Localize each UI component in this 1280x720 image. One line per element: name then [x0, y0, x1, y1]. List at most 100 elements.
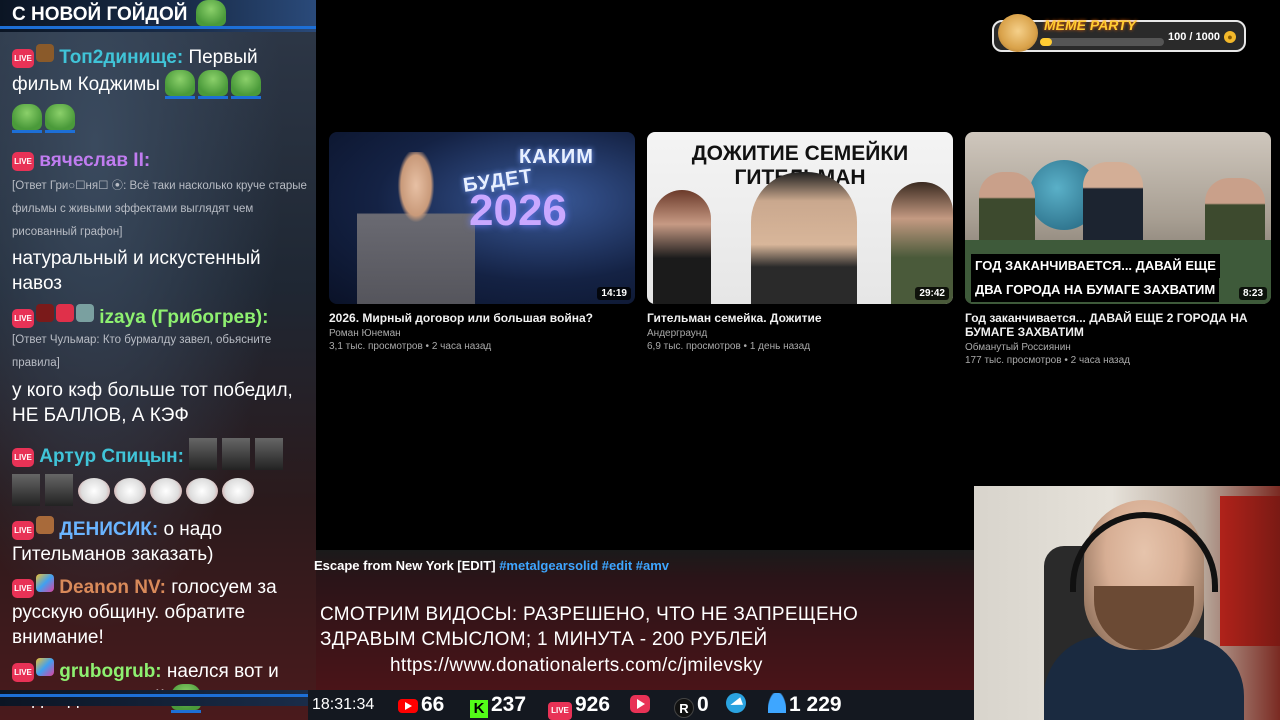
- total-viewers: 1 229: [768, 693, 842, 717]
- video-channel[interactable]: Обманутый Россиянин: [965, 342, 1271, 353]
- face-emote: [45, 474, 73, 506]
- chat-pinned-text: С НОВОЙ ГОЙДОЙ: [12, 4, 188, 25]
- chat-panel: С НОВОЙ ГОЙДОЙ LIVE Топ2динище: Первый ф…: [0, 0, 316, 720]
- chat-username[interactable]: izaya (Грибогрев):: [99, 307, 268, 328]
- rutube-icon: R: [674, 698, 694, 718]
- subscriber-badge-icon: [36, 44, 54, 62]
- webcam-feed: [974, 486, 1280, 720]
- pepe-emote: [231, 70, 262, 99]
- chat-username[interactable]: Артур Спицын:: [39, 446, 184, 467]
- live-badge-icon: LIVE: [12, 49, 34, 68]
- video-title[interactable]: Гительман семейка. Дожитие: [647, 311, 953, 325]
- thumbnail-caption: ГОД ЗАКАНЧИВАЕТСЯ... ДАВАЙ ЕЩЕ ДВА ГОРОД…: [971, 254, 1220, 302]
- rules-line: ЗДРАВЫМ СМЫСЛОМ; 1 МИНУТА - 200 РУБЛЕЙ: [320, 629, 768, 650]
- live-badge-icon: LIVE: [12, 309, 34, 328]
- live-badge-icon: LIVE: [12, 152, 34, 171]
- subscriber-badge-icon: [36, 658, 54, 676]
- chat-message: LIVE ДЕНИСИК: о надо Гительманов заказат…: [12, 516, 308, 567]
- coin-icon: ●: [1224, 31, 1236, 43]
- chat-message: LIVE Артур Спицын:: [12, 438, 308, 470]
- meme-party-title: MEME PARTY: [1044, 17, 1137, 33]
- face-emote: [12, 474, 40, 506]
- headphones: [1070, 512, 1218, 592]
- video-duration: 8:23: [1238, 287, 1267, 300]
- video-channel[interactable]: Андерграунд: [647, 328, 953, 339]
- video-card[interactable]: ДОЖИТИЕ СЕМЕЙКИ ГИТЕЛЬМАН 29:42 Гительма…: [647, 132, 953, 352]
- chat-message: LIVE Deanon NV: голосуем за русскую общи…: [12, 574, 308, 650]
- meme-party-widget: MEME PARTY 100 / 1000 ●: [992, 14, 1246, 52]
- chat-emote-row: [12, 104, 308, 133]
- pepe-emote: [165, 70, 196, 99]
- chat-message: LIVE Топ2динище: Первый фильм Коджимы: [12, 44, 308, 99]
- vk-play: [630, 693, 653, 717]
- meme-party-progress: [1040, 38, 1164, 46]
- face-emote: [222, 438, 251, 470]
- vk-live-icon: LIVE: [548, 702, 572, 720]
- chat-username[interactable]: Топ2динище:: [59, 47, 183, 68]
- frog-badge-icon: [76, 304, 94, 322]
- video-channel[interactable]: Роман Юнеман: [329, 328, 635, 339]
- video-thumbnail[interactable]: КАКИМ БУДЕТ 2026 14:19: [329, 132, 635, 304]
- now-playing-tags[interactable]: #metalgearsolid #edit #amv: [499, 558, 669, 573]
- donation-link[interactable]: https://www.donationalerts.com/c/jmilevs…: [390, 655, 763, 677]
- video-thumbnail[interactable]: ДОЖИТИЕ СЕМЕЙКИ ГИТЕЛЬМАН 29:42: [647, 132, 953, 304]
- telegram: [726, 693, 749, 717]
- cat-emote: [78, 478, 110, 504]
- chat-username[interactable]: grubogrub:: [59, 661, 161, 682]
- vk-live-viewers: LIVE 926: [548, 693, 610, 720]
- pepe-emote: [198, 70, 229, 99]
- video-card[interactable]: ГОД ЗАКАНЧИВАЕТСЯ... ДАВАЙ ЕЩЕ ДВА ГОРОД…: [965, 132, 1271, 366]
- cat-emote: [222, 478, 254, 504]
- subscriber-badge-icon: [36, 574, 54, 592]
- live-badge-icon: LIVE: [12, 663, 34, 682]
- dice-icon: [56, 304, 74, 322]
- thumbnail-text: 2026: [469, 186, 567, 235]
- thumbnail-text: ДВА ГОРОДА НА БУМАГЕ ЗАХВАТИМ: [971, 278, 1220, 302]
- face-emote: [189, 438, 218, 470]
- live-badge-icon: LIVE: [12, 448, 34, 467]
- clock: 18:31:34: [312, 696, 375, 713]
- video-meta: 3,1 тыс. просмотров • 2 часа назад: [329, 341, 492, 352]
- pepe-emote: [196, 0, 226, 29]
- video-title[interactable]: 2026. Мирный договор или большая война?: [329, 311, 635, 325]
- subscriber-badge-icon: [36, 516, 54, 534]
- chat-username[interactable]: вячеслав II:: [39, 150, 150, 171]
- now-playing: Escape from New York [EDIT] #metalgearso…: [314, 558, 669, 573]
- chat-reply-quote: [Ответ Гри○☐ня☐ ⦿: Всё таки насколько кр…: [12, 180, 307, 238]
- video-title[interactable]: Год заканчивается... ДАВАЙ ЕЩЕ 2 ГОРОДА …: [965, 311, 1271, 339]
- thumbnail-text: ГОД ЗАКАНЧИВАЕТСЯ... ДАВАЙ ЕЩЕ: [971, 254, 1220, 278]
- face-emote: [255, 438, 284, 470]
- chat-emote-row: [12, 474, 308, 506]
- meme-party-count: 100 / 1000: [1168, 31, 1220, 43]
- stream-status-bar: 18:31:34 66 K 237 LIVE 926 R0 1 229: [308, 690, 974, 720]
- live-badge-icon: LIVE: [12, 579, 34, 598]
- chat-text: у кого кэф больше тот победил, НЕ БАЛЛОВ…: [12, 380, 293, 426]
- users-icon: [768, 693, 786, 713]
- chat-username[interactable]: Deanon NV:: [59, 577, 166, 598]
- video-thumbnail[interactable]: ГОД ЗАКАНЧИВАЕТСЯ... ДАВАЙ ЕЩЕ ДВА ГОРОД…: [965, 132, 1271, 304]
- youtube-viewers: 66: [398, 693, 444, 717]
- chat-message: LIVE izaya (Грибогрев):: [12, 304, 308, 330]
- video-meta: 6,9 тыс. просмотров • 1 день назад: [647, 341, 811, 352]
- now-playing-title: Escape from New York [EDIT]: [314, 558, 496, 573]
- chat-message: LIVE вячеслав II:: [12, 148, 308, 173]
- video-card[interactable]: КАКИМ БУДЕТ 2026 14:19 2026. Мирный дого…: [329, 132, 635, 352]
- live-badge-icon: LIVE: [12, 521, 34, 540]
- chat-username[interactable]: ДЕНИСИК:: [59, 519, 158, 540]
- chat-text: натуральный и искустенный навоз: [12, 248, 261, 294]
- chat-pinned-bar: С НОВОЙ ГОЙДОЙ: [0, 0, 316, 32]
- chat-reply-quote: [Ответ Чульмар: Кто бурмалду завел, обья…: [12, 334, 272, 369]
- kick-icon: K: [470, 700, 488, 718]
- telegram-icon: [726, 693, 746, 713]
- cat-emote: [150, 478, 182, 504]
- kick-viewers: K 237: [470, 693, 526, 718]
- video-duration: 29:42: [915, 287, 949, 300]
- pepe-emote: [12, 104, 42, 133]
- video-duration: 14:19: [597, 287, 631, 300]
- cat-emote: [114, 478, 146, 504]
- wine-glass-icon: [36, 304, 54, 322]
- vk-play-icon: [630, 695, 650, 713]
- youtube-icon: [398, 699, 418, 713]
- cat-emote: [186, 478, 218, 504]
- video-meta: 177 тыс. просмотров • 2 часа назад: [965, 355, 1131, 366]
